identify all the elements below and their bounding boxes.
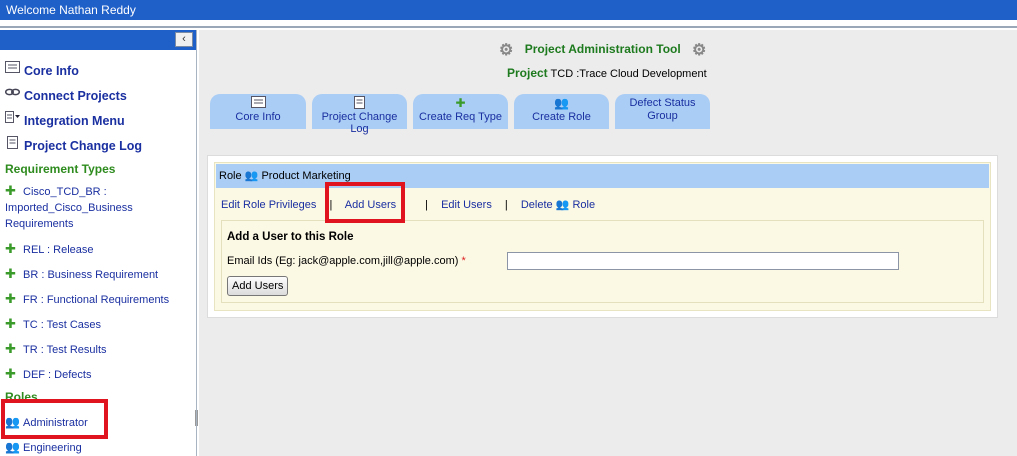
separator: | [504, 199, 508, 211]
role-actions: Edit Role Privileges | Add Users | Edit … [221, 198, 595, 211]
link-icon [4, 86, 21, 100]
sidebar-link-project-change-log[interactable]: Project Change Log [5, 136, 142, 153]
role-icon: 👥 [554, 96, 569, 110]
sidebar-header: ‹ [0, 30, 196, 50]
document-icon [5, 136, 21, 150]
project-info: Project TCD :Trace Cloud Development [507, 66, 707, 80]
page-title: ⚙ Project Administration Tool ⚙ [499, 42, 707, 59]
sidebar: ‹ Core Info Connect Projects Integration… [0, 30, 197, 456]
req-type-cisco-tcd-br[interactable]: ✚ Cisco_TCD_BR : Imported_Cisco_Business … [5, 183, 133, 232]
puzzle-icon: ✚ [5, 291, 16, 306]
req-type-fr[interactable]: ✚ FR : Functional Requirements [5, 291, 169, 308]
sidebar-link-core-info[interactable]: Core Info [5, 61, 79, 78]
puzzle-icon: ✚ [5, 366, 16, 381]
puzzle-icon: ✚ [455, 96, 466, 110]
header-divider [0, 20, 1017, 28]
chevron-left-icon: ‹ [182, 33, 186, 45]
highlight-add-users [325, 182, 405, 223]
main-content: ⚙ Project Administration Tool ⚙ Project … [199, 30, 1017, 456]
separator: | [425, 199, 429, 211]
role-icon: 👥 [5, 440, 20, 454]
puzzle-icon: ✚ [5, 241, 16, 256]
form-icon [5, 61, 21, 75]
puzzle-icon: ✚ [5, 316, 16, 331]
role-icon: 👥 [244, 170, 259, 182]
required-marker: * [461, 255, 466, 267]
welcome-bar: Welcome Nathan Reddy [0, 0, 1017, 20]
sidebar-link-connect-projects[interactable]: Connect Projects [4, 86, 127, 103]
highlight-administrator [1, 399, 108, 439]
add-user-form: Add a User to this Role Email Ids (Eg: j… [221, 220, 984, 303]
req-type-tc[interactable]: ✚ TC : Test Cases [5, 316, 101, 333]
edit-users-link[interactable]: Edit Users [441, 199, 492, 211]
requirement-types-heading: Requirement Types [5, 162, 116, 176]
puzzle-icon: ✚ [5, 341, 16, 356]
req-type-br[interactable]: ✚ BR : Business Requirement [5, 266, 158, 283]
tab-defect-status-group[interactable]: Defect Status Group [615, 94, 710, 129]
tab-project-change-log[interactable]: Project Change Log [312, 94, 407, 135]
delete-role-link[interactable]: Delete 👥 Role [521, 199, 595, 211]
add-users-button[interactable]: Add Users [227, 276, 289, 296]
collapse-sidebar-button[interactable]: ‹ [175, 32, 193, 47]
sidebar-resize-handle[interactable] [195, 410, 198, 426]
gear-icon: ⚙ [692, 42, 707, 59]
role-engineering[interactable]: 👥 Engineering [5, 439, 82, 456]
email-ids-label: Email Ids (Eg: jack@apple.com,jill@apple… [227, 255, 466, 267]
req-type-tr[interactable]: ✚ TR : Test Results [5, 341, 107, 358]
req-type-def[interactable]: ✚ DEF : Defects [5, 366, 91, 383]
req-type-rel[interactable]: ✚ REL : Release [5, 241, 94, 258]
role-icon: 👥 [555, 199, 570, 211]
role-panel: Role 👥 Product Marketing Edit Role Privi… [207, 155, 998, 318]
puzzle-icon: ✚ [5, 183, 16, 198]
tab-core-info[interactable]: Core Info [210, 94, 306, 129]
add-user-form-title: Add a User to this Role [227, 231, 354, 243]
puzzle-icon: ✚ [5, 266, 16, 281]
tab-create-req-type[interactable]: ✚ Create Req Type [413, 94, 508, 129]
email-ids-input[interactable] [507, 252, 899, 270]
document-icon [312, 94, 407, 111]
edit-role-privileges-link[interactable]: Edit Role Privileges [221, 199, 316, 211]
gear-icon: ⚙ [499, 42, 514, 59]
menu-icon [5, 111, 21, 125]
tab-create-role[interactable]: 👥 Create Role [514, 94, 609, 129]
welcome-text: Welcome Nathan Reddy [6, 3, 136, 17]
sidebar-link-integration-menu[interactable]: Integration Menu [5, 111, 125, 128]
form-icon [210, 94, 306, 111]
